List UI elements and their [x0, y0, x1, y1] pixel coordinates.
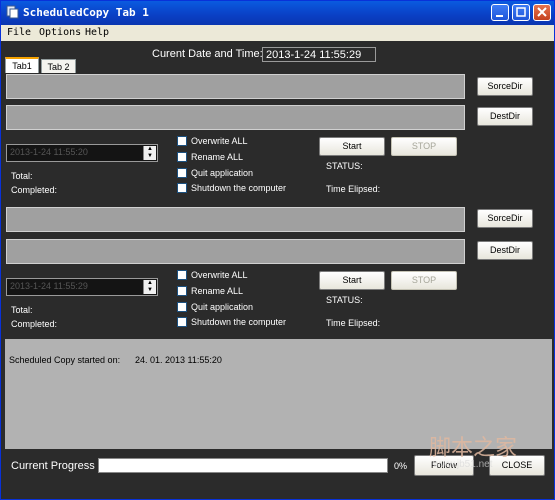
menu-options[interactable]: Options: [39, 27, 81, 38]
log-timestamp: 24. 01. 2013 11:55:20: [135, 355, 222, 365]
date-label: Curent Date and Time:: [152, 48, 263, 60]
minimize-button[interactable]: [491, 4, 509, 21]
stop-button-1[interactable]: STOP: [391, 137, 457, 156]
progress-percent: 0%: [394, 461, 408, 471]
quit-app-label-2: Quit application: [191, 302, 254, 312]
datetime-picker-2[interactable]: 2013-1-24 11:55:29 ▲ ▼: [6, 278, 158, 296]
title-bar[interactable]: ScheduledCopy Tab 1: [1, 1, 554, 25]
rename-all-checkbox-1[interactable]: [177, 152, 187, 162]
datetime-value-2: 2013-1-24 11:55:29: [10, 281, 88, 291]
menu-file[interactable]: File: [7, 27, 31, 38]
watermark: 脚本之家: [429, 436, 518, 461]
log-message: Scheduled Copy started on:: [9, 355, 121, 365]
quit-app-checkbox-1[interactable]: [177, 168, 187, 178]
current-datetime: 2013-1-24 11:55:29: [262, 47, 376, 62]
source-dir-field-2[interactable]: [6, 207, 465, 232]
close-window-button[interactable]: [533, 4, 551, 21]
menu-help[interactable]: Help: [85, 27, 109, 38]
source-dir-button-1[interactable]: SorceDir: [477, 77, 533, 96]
completed-label-1: Completed:: [11, 185, 58, 195]
shutdown-checkbox-1[interactable]: [177, 183, 187, 193]
rename-all-label-2: Rename ALL: [191, 286, 244, 296]
dest-dir-button-2[interactable]: DestDir: [477, 241, 533, 260]
overwrite-all-label-2: Overwrite ALL: [191, 270, 248, 280]
quit-app-label-1: Quit application: [191, 168, 254, 178]
status-label-2: STATUS:: [326, 295, 363, 305]
datetime-value-1: 2013-1-24 11:55:20: [10, 147, 88, 157]
datetime-picker-1[interactable]: 2013-1-24 11:55:20 ▲ ▼: [6, 144, 158, 162]
quit-app-checkbox-2[interactable]: [177, 302, 187, 312]
dest-dir-field-2[interactable]: [6, 239, 465, 264]
spin-arrows-icon[interactable]: ▲ ▼: [143, 146, 156, 160]
stop-button-2[interactable]: STOP: [391, 271, 457, 290]
dest-dir-field-1[interactable]: [6, 105, 465, 130]
window-title: ScheduledCopy Tab 1: [23, 6, 149, 19]
tab-tab2[interactable]: Tab 2: [41, 59, 76, 73]
start-button-2[interactable]: Start: [319, 271, 385, 290]
spin-arrows-icon[interactable]: ▲ ▼: [143, 280, 156, 294]
rename-all-label-1: Rename ALL: [191, 152, 244, 162]
overwrite-all-checkbox-2[interactable]: [177, 270, 187, 280]
progress-bar: [98, 458, 388, 473]
shutdown-label-2: Shutdown the computer: [191, 317, 287, 327]
app-window: ScheduledCopy Tab 1 File Options Help Cu…: [0, 0, 555, 500]
time-elapsed-label-2: Time Elipsed:: [326, 318, 381, 328]
overwrite-all-checkbox-1[interactable]: [177, 136, 187, 146]
tab-tab1[interactable]: Tab1: [5, 57, 39, 73]
maximize-icon: [516, 7, 526, 17]
close-icon: [537, 7, 547, 17]
start-button-1[interactable]: Start: [319, 137, 385, 156]
total-label-1: Total:: [11, 171, 33, 181]
progress-label: Current Progress: [11, 460, 95, 472]
time-elapsed-label-1: Time Elipsed:: [326, 184, 381, 194]
menu-bar: File Options Help: [1, 25, 554, 41]
shutdown-label-1: Shutdown the computer: [191, 183, 287, 193]
completed-label-2: Completed:: [11, 319, 58, 329]
app-icon: [6, 5, 19, 19]
maximize-button[interactable]: [512, 4, 530, 21]
dest-dir-button-1[interactable]: DestDir: [477, 107, 533, 126]
watermark-url: www.jb51.net: [433, 459, 493, 470]
source-dir-button-2[interactable]: SorceDir: [477, 209, 533, 228]
shutdown-checkbox-2[interactable]: [177, 317, 187, 327]
overwrite-all-label-1: Overwrite ALL: [191, 136, 248, 146]
source-dir-field-1[interactable]: [6, 74, 465, 99]
minimize-icon: [496, 15, 503, 17]
rename-all-checkbox-2[interactable]: [177, 286, 187, 296]
main-content: Curent Date and Time: 2013-1-24 11:55:29…: [1, 41, 554, 499]
status-label-1: STATUS:: [326, 161, 363, 171]
total-label-2: Total:: [11, 305, 33, 315]
